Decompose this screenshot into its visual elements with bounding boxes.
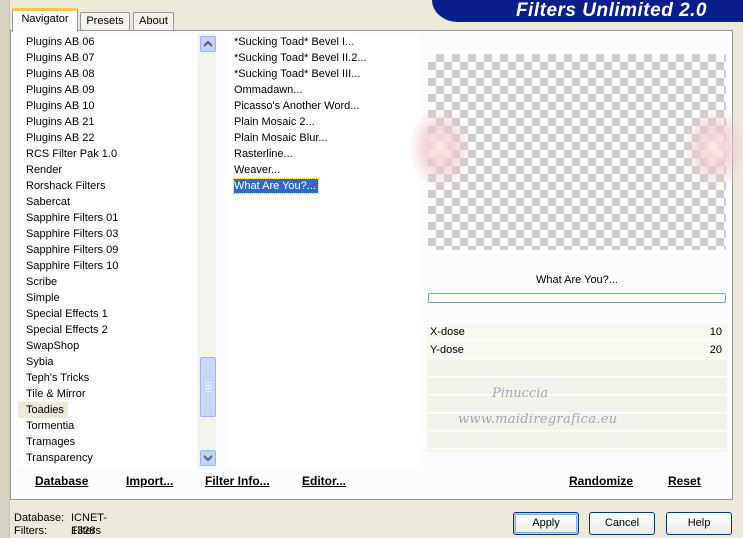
scroll-up-button[interactable] [200, 36, 216, 52]
category-item[interactable]: Sybia [18, 354, 198, 370]
filter-item[interactable]: Ommadawn... [226, 82, 420, 98]
filter-item-selected-label: What Are You?... [233, 178, 319, 194]
param-row-empty [428, 360, 726, 377]
filter-info-button[interactable]: Filter Info... [205, 474, 270, 490]
category-item[interactable]: Tile & Mirror [18, 386, 198, 402]
category-item[interactable]: Plugins AB 09 [18, 82, 198, 98]
randomize-button[interactable]: Randomize [569, 474, 633, 490]
category-item[interactable]: Special Effects 1 [18, 306, 198, 322]
category-item[interactable]: Scribe [18, 274, 198, 290]
watermark-name: Pinuccia [492, 386, 549, 401]
param-label: Y-dose [430, 344, 464, 356]
param-value[interactable]: 20 [710, 342, 722, 359]
category-item[interactable]: Plugins AB 21 [18, 114, 198, 130]
tab-presets[interactable]: Presets [80, 12, 130, 31]
tab-navigator[interactable]: Navigator [12, 8, 78, 32]
app-banner: Filters Unlimited 2.0 [432, 0, 743, 22]
filter-list[interactable]: *Sucking Toad* Bevel I... *Sucking Toad*… [226, 34, 420, 468]
help-button[interactable]: Help [666, 512, 732, 535]
status-database: Database: ICNET-Filters [14, 512, 107, 537]
left-edge-strip [0, 0, 10, 538]
category-item[interactable]: Plugins AB 08 [18, 66, 198, 82]
filter-item[interactable]: Plain Mosaic 2... [226, 114, 420, 130]
param-row-empty [428, 396, 726, 413]
category-item[interactable]: Sapphire Filters 03 [18, 226, 198, 242]
scroll-down-button[interactable] [200, 450, 216, 466]
preview-filter-name: What Are You?... [536, 274, 618, 286]
filter-preview [410, 54, 743, 250]
cancel-button[interactable]: Cancel [589, 512, 655, 535]
param-row-empty [428, 378, 726, 395]
category-item[interactable]: Tormentia [18, 418, 198, 434]
filter-item[interactable]: *Sucking Toad* Bevel II.2... [226, 50, 420, 66]
category-item[interactable]: SwapShop [18, 338, 198, 354]
progress-bar [428, 293, 726, 303]
filter-item[interactable]: Rasterline... [226, 146, 420, 162]
reset-button[interactable]: Reset [668, 474, 701, 490]
status-filters-label: Filters: [14, 525, 47, 537]
category-item[interactable]: Simple [18, 290, 198, 306]
scroll-thumb[interactable] [200, 357, 216, 417]
category-item[interactable]: Sapphire Filters 10 [18, 258, 198, 274]
status-database-label: Database: [14, 512, 65, 524]
category-item[interactable]: RCS Filter Pak 1.0 [18, 146, 198, 162]
watermark-url: www.maidiregrafica.eu [458, 412, 618, 427]
category-item[interactable]: Teph's Tricks [18, 370, 198, 386]
category-item[interactable]: Plugins AB 06 [18, 34, 198, 50]
tab-about[interactable]: About [133, 12, 174, 31]
param-row-y-dose[interactable]: Y-dose 20 [428, 342, 726, 359]
filter-item[interactable]: Plain Mosaic Blur... [226, 130, 420, 146]
chevron-down-icon [204, 455, 212, 461]
editor-button[interactable]: Editor... [302, 474, 346, 490]
status-filters-value: 1328 [71, 525, 96, 537]
category-item[interactable]: Render [18, 162, 198, 178]
import-button[interactable]: Import... [126, 474, 173, 490]
filter-controls: X-dose 10 Y-dose 20 [426, 324, 728, 452]
category-item[interactable]: Sapphire Filters 09 [18, 242, 198, 258]
category-item[interactable]: Plugins AB 22 [18, 130, 198, 146]
filter-item[interactable]: Weaver... [226, 162, 420, 178]
category-item[interactable]: Tramages [18, 434, 198, 450]
category-item[interactable]: Plugins AB 10 [18, 98, 198, 114]
status-filters: Filters: 1328 [14, 525, 95, 538]
category-item-row-selected: Toadies [18, 402, 198, 418]
preview-glow-left [410, 108, 470, 188]
chevron-up-icon [204, 41, 212, 47]
preview-glow-right [684, 108, 743, 188]
filter-item[interactable]: *Sucking Toad* Bevel III... [226, 66, 420, 82]
category-item[interactable]: Sabercat [18, 194, 198, 210]
category-item[interactable]: Sapphire Filters 01 [18, 210, 198, 226]
apply-button[interactable]: Apply [513, 512, 579, 535]
filter-item-selected[interactable]: What Are You?... [226, 178, 420, 194]
database-button[interactable]: Database [35, 474, 88, 490]
category-item[interactable]: Special Effects 2 [18, 322, 198, 338]
app-title: Filters Unlimited 2.0 [515, 0, 707, 21]
filter-item[interactable]: *Sucking Toad* Bevel I... [226, 34, 420, 50]
category-item[interactable]: Transparency [18, 450, 198, 466]
category-list[interactable]: Plugins AB 06 Plugins AB 07 Plugins AB 0… [18, 34, 198, 468]
category-item[interactable]: Rorshack Filters [18, 178, 198, 194]
category-item-selected[interactable]: Toadies [18, 402, 68, 418]
param-row-empty [428, 432, 726, 449]
filter-item[interactable]: Picasso's Another Word... [226, 98, 420, 114]
param-value[interactable]: 10 [710, 324, 722, 341]
param-row-x-dose[interactable]: X-dose 10 [428, 324, 726, 341]
category-scrollbar[interactable] [198, 34, 216, 468]
param-label: X-dose [430, 326, 465, 338]
category-item[interactable]: Plugins AB 07 [18, 50, 198, 66]
